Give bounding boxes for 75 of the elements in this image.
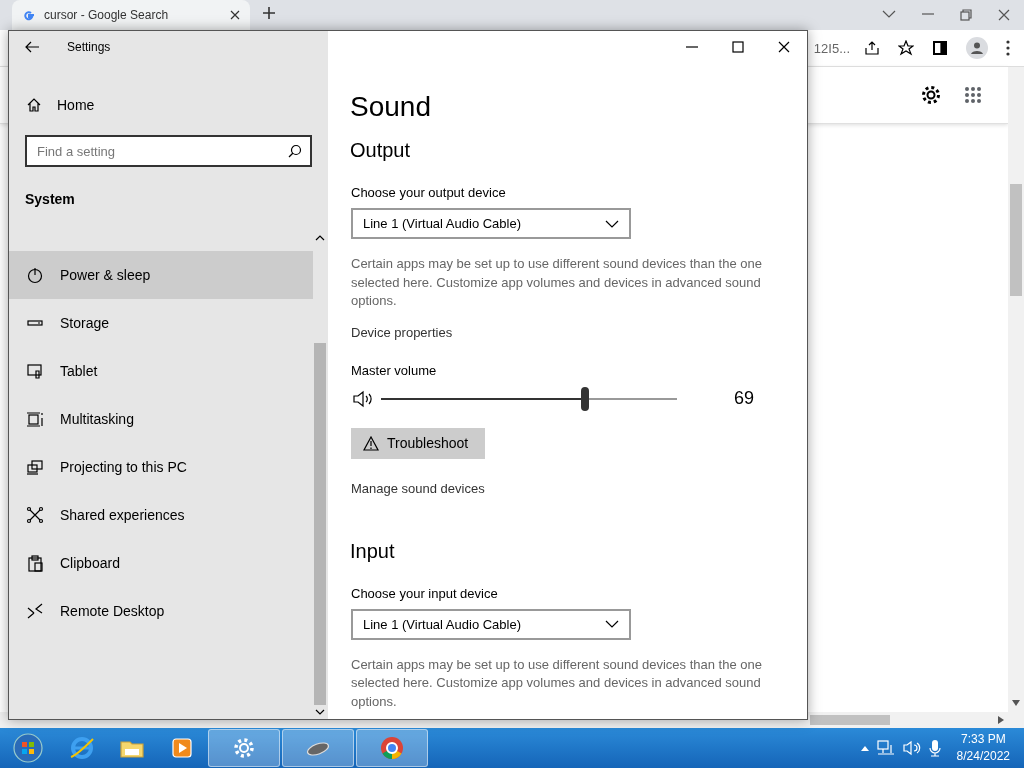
- nav-item[interactable]: Power & sleep: [9, 251, 313, 299]
- chevron-down-icon: [605, 620, 619, 628]
- arrow-up-icon: [315, 235, 325, 241]
- window-title: Settings: [67, 40, 111, 54]
- close-icon[interactable]: [778, 41, 790, 53]
- share-icon[interactable]: [864, 40, 880, 56]
- speaker-icon[interactable]: [902, 740, 921, 756]
- speaker-icon: [353, 389, 373, 408]
- home-nav-item[interactable]: Home: [9, 87, 328, 123]
- taskbar-app[interactable]: [208, 729, 280, 767]
- nav-item[interactable]: Clipboard: [9, 539, 313, 587]
- section-heading: System: [25, 191, 76, 209]
- field-label: Choose your input device: [351, 585, 498, 601]
- device-properties-link[interactable]: Device properties: [351, 324, 453, 340]
- volume-value: 69: [734, 388, 755, 409]
- chevron-down-icon: [605, 219, 619, 228]
- maximize-icon[interactable]: [732, 41, 744, 53]
- microphone-icon[interactable]: [928, 739, 941, 757]
- shared-icon: [26, 506, 44, 524]
- help-text: Certain apps may be set up to use different sound devices than the one selected here. Customize app volumes and devices in advanced sound options.: [351, 255, 763, 310]
- page-title: Sound: [350, 91, 431, 124]
- field-label: Master volume: [351, 362, 437, 378]
- troubleshoot-button[interactable]: Troubleshoot: [351, 427, 485, 459]
- nav-item[interactable]: Shared experiences: [9, 491, 313, 539]
- power-icon: [26, 266, 44, 284]
- chevron-down-icon[interactable]: [882, 9, 896, 19]
- settings-icon[interactable]: [920, 84, 942, 106]
- side-panel-icon[interactable]: [932, 40, 948, 56]
- arrow-down-icon: [315, 709, 325, 715]
- more-menu-icon[interactable]: [1006, 40, 1010, 56]
- browser-tab[interactable]: cursor - Google Search: [12, 0, 250, 30]
- nav-item[interactable]: Projecting to this PC: [9, 443, 313, 491]
- clipboard-icon: [26, 554, 44, 572]
- nav-item[interactable]: Tablet: [9, 347, 313, 395]
- scrollbar-thumb[interactable]: [314, 343, 326, 705]
- slider-thumb[interactable]: [581, 386, 590, 411]
- scrollbar-thumb[interactable]: [1010, 184, 1022, 296]
- restore-icon[interactable]: [960, 9, 972, 21]
- remote-desktop-icon: [26, 602, 44, 620]
- address-text[interactable]: 12I5...: [813, 40, 850, 56]
- section-heading: Input: [350, 539, 395, 563]
- search-field[interactable]: Find a setting: [25, 135, 312, 167]
- back-icon[interactable]: [25, 41, 39, 53]
- input-device-dropdown[interactable]: Line 1 (Virtual Audio Cable): [351, 608, 631, 640]
- warning-icon: [363, 435, 379, 451]
- projector-icon: [26, 458, 44, 476]
- section-heading: Output: [350, 139, 411, 162]
- star-icon[interactable]: [898, 40, 914, 56]
- home-icon: [26, 97, 42, 113]
- output-device-dropdown[interactable]: Line 1 (Virtual Audio Cable): [351, 208, 631, 239]
- taskbar-app[interactable]: [356, 729, 428, 767]
- clock[interactable]: 7:33 PM 8/24/2022: [956, 731, 1010, 765]
- apps-grid-icon[interactable]: [964, 86, 982, 104]
- profile-avatar[interactable]: [966, 37, 988, 59]
- field-label: Choose your output device: [351, 185, 506, 200]
- start-orb-icon: [13, 733, 43, 763]
- close-icon[interactable]: [230, 10, 240, 20]
- caret-up-icon[interactable]: [860, 745, 869, 751]
- taskbar-app[interactable]: [282, 729, 354, 767]
- nav-item[interactable]: Storage: [9, 299, 313, 347]
- nav-item[interactable]: Remote Desktop: [9, 587, 313, 635]
- network-icon[interactable]: [876, 740, 895, 756]
- person-icon: [970, 41, 984, 55]
- scrollbar-thumb[interactable]: [810, 715, 890, 725]
- new-tab-icon[interactable]: [262, 6, 276, 20]
- search-icon: [288, 144, 302, 158]
- tablet-icon: [26, 362, 44, 380]
- nav-item[interactable]: Multitasking: [9, 395, 313, 443]
- arrow-right-icon: [998, 716, 1004, 724]
- vertical-scrollbar[interactable]: [1008, 67, 1024, 728]
- multitasking-icon: [26, 410, 44, 428]
- arrow-down-icon: [1012, 700, 1020, 706]
- manage-devices-link[interactable]: Manage sound devices: [351, 480, 485, 496]
- google-logo-icon: [22, 8, 36, 22]
- help-text: Certain apps may be set up to use different sound devices than the one selected here. Customize app volumes and devices in advanced sound options.: [351, 655, 763, 711]
